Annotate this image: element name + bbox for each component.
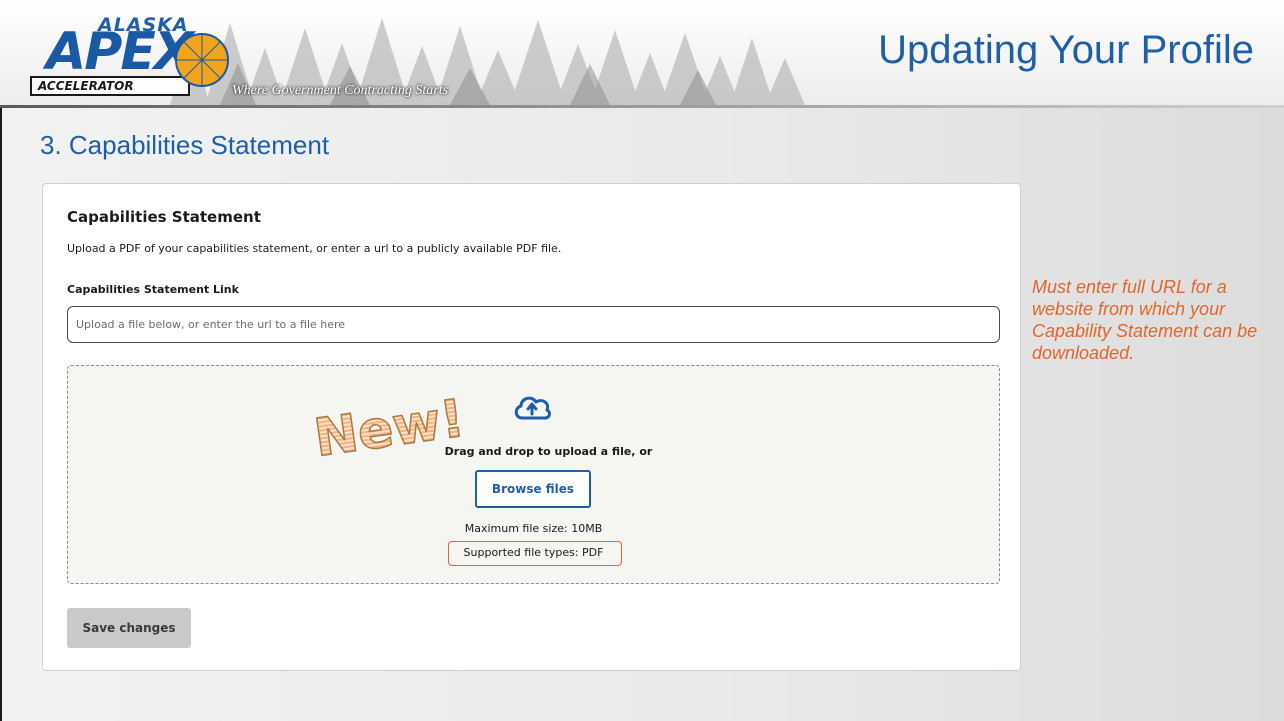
supported-file-types: Supported file types: PDF bbox=[463, 546, 604, 559]
sun-icon bbox=[175, 33, 229, 87]
header-divider bbox=[0, 105, 1284, 108]
side-note: Must enter full URL for a website from w… bbox=[1032, 277, 1258, 363]
file-dropzone[interactable]: New! Drag and drop to upload a file, or … bbox=[67, 365, 1000, 584]
section-title: 3. Capabilities Statement bbox=[40, 130, 330, 160]
drag-drop-text: Drag and drop to upload a file, or bbox=[444, 445, 653, 458]
slide-title: Updating Your Profile bbox=[878, 28, 1254, 72]
capabilities-link-input[interactable] bbox=[67, 306, 1000, 343]
cloud-upload-icon bbox=[514, 396, 551, 420]
panel-description: Upload a PDF of your capabilities statem… bbox=[67, 242, 562, 255]
capabilities-panel: Capabilities Statement Upload a PDF of y… bbox=[42, 183, 1021, 671]
logo-main-word: APEX bbox=[46, 22, 194, 82]
alaska-apex-logo: ALASKA APEX ACCELERATOR bbox=[10, 10, 230, 100]
save-changes-button[interactable]: Save changes bbox=[67, 608, 191, 648]
link-field-label: Capabilities Statement Link bbox=[67, 283, 239, 296]
browse-files-button[interactable]: Browse files bbox=[475, 470, 591, 508]
header-banner: ALASKA APEX ACCELERATOR Where Government… bbox=[0, 0, 1284, 108]
logo-bottom-word: ACCELERATOR bbox=[30, 76, 190, 96]
panel-heading: Capabilities Statement bbox=[67, 208, 261, 226]
max-file-size: Maximum file size: 10MB bbox=[464, 522, 603, 535]
tagline: Where Government Contracting Starts bbox=[232, 83, 449, 98]
